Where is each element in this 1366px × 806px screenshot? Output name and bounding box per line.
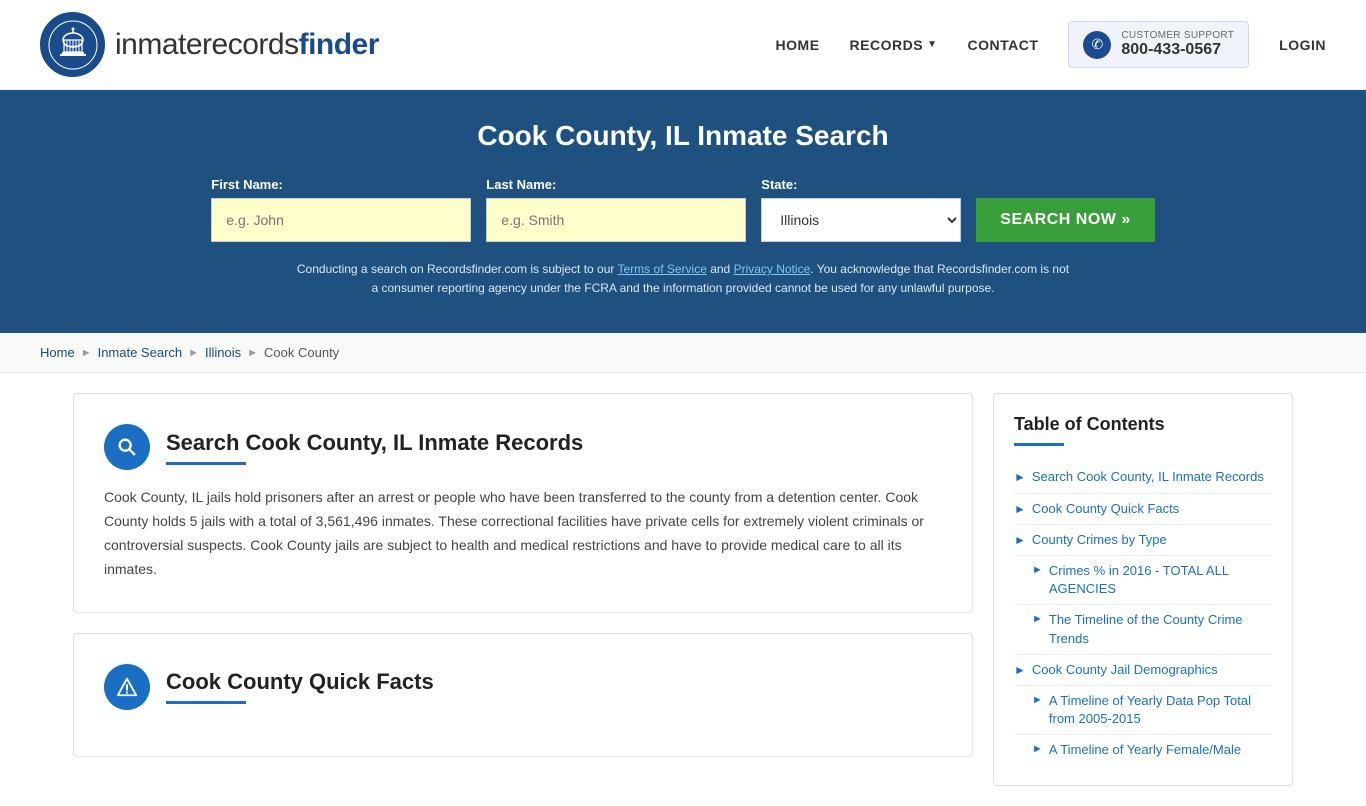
toc-link-8[interactable]: A Timeline of Yearly Female/Male: [1049, 741, 1241, 759]
left-content: Search Cook County, IL Inmate Records Co…: [73, 393, 973, 786]
privacy-link[interactable]: Privacy Notice: [734, 262, 811, 276]
logo-icon: [40, 12, 105, 77]
toc-link-6[interactable]: Cook County Jail Demographics: [1032, 661, 1218, 679]
main-nav: HOME RECORDS ▼ CONTACT ✆ CUSTOMER SUPPOR…: [776, 21, 1326, 68]
toc-chevron-4: ►: [1032, 564, 1043, 576]
section2-title-block: Cook County Quick Facts: [166, 669, 434, 704]
toc-title: Table of Contents: [1014, 414, 1272, 435]
last-name-label: Last Name:: [486, 177, 746, 192]
customer-support-box: ✆ CUSTOMER SUPPORT 800-433-0567: [1068, 21, 1249, 68]
right-sidebar: Table of Contents ► Search Cook County, …: [993, 393, 1293, 786]
site-header: inmaterecordsfinder HOME RECORDS ▼ CONTA…: [0, 0, 1366, 90]
toc-item-2: ► Cook County Quick Facts: [1014, 494, 1272, 525]
breadcrumb-inmate-search[interactable]: Inmate Search: [98, 345, 183, 360]
first-name-label: First Name:: [211, 177, 471, 192]
toc-item-1: ► Search Cook County, IL Inmate Records: [1014, 462, 1272, 493]
search-icon: [104, 424, 150, 470]
toc-item-4: ► Crimes % in 2016 - TOTAL ALL AGENCIES: [1014, 556, 1272, 605]
section1-header: Search Cook County, IL Inmate Records: [104, 424, 942, 470]
last-name-input[interactable]: [486, 198, 746, 242]
toc-chevron-3: ►: [1014, 533, 1026, 547]
toc-link-3[interactable]: County Crimes by Type: [1032, 531, 1167, 549]
toc-list: ► Search Cook County, IL Inmate Records …: [1014, 462, 1272, 765]
toc-link-7[interactable]: A Timeline of Yearly Data Pop Total from…: [1049, 692, 1272, 728]
breadcrumb-sep-3: ►: [247, 347, 258, 359]
state-group: State: Illinois Alabama Alaska Arizona C…: [761, 177, 961, 242]
logo-area: inmaterecordsfinder: [40, 12, 379, 77]
phone-icon: ✆: [1083, 31, 1111, 59]
toc-item-6: ► Cook County Jail Demographics: [1014, 655, 1272, 686]
state-label: State:: [761, 177, 961, 192]
section2-underline: [166, 701, 246, 704]
section2-header: Cook County Quick Facts: [104, 664, 942, 710]
toc-chevron-8: ►: [1032, 743, 1043, 755]
toc-chevron-6: ►: [1014, 663, 1026, 677]
breadcrumb-sep-2: ►: [188, 347, 199, 359]
toc-item-8: ► A Timeline of Yearly Female/Male: [1014, 735, 1272, 765]
toc-link-5[interactable]: The Timeline of the County Crime Trends: [1049, 611, 1272, 647]
toc-link-1[interactable]: Search Cook County, IL Inmate Records: [1032, 468, 1264, 486]
nav-home[interactable]: HOME: [776, 37, 820, 53]
toc-link-2[interactable]: Cook County Quick Facts: [1032, 500, 1179, 518]
hero-section: Cook County, IL Inmate Search First Name…: [0, 90, 1366, 333]
terms-link[interactable]: Terms of Service: [618, 262, 707, 276]
section-search-records: Search Cook County, IL Inmate Records Co…: [73, 393, 973, 612]
breadcrumb-sep-1: ►: [81, 347, 92, 359]
support-label: CUSTOMER SUPPORT: [1121, 30, 1234, 41]
toc-chevron-5: ►: [1032, 613, 1043, 625]
section2-title: Cook County Quick Facts: [166, 669, 434, 695]
toc-link-4[interactable]: Crimes % in 2016 - TOTAL ALL AGENCIES: [1049, 562, 1272, 598]
toc-divider: [1014, 443, 1064, 446]
section-quick-facts: Cook County Quick Facts: [73, 633, 973, 757]
toc-item-7: ► A Timeline of Yearly Data Pop Total fr…: [1014, 686, 1272, 735]
records-chevron-icon: ▼: [927, 39, 937, 50]
toc-chevron-2: ►: [1014, 502, 1026, 516]
info-icon: [104, 664, 150, 710]
search-now-button[interactable]: SEARCH NOW »: [976, 198, 1154, 242]
nav-contact[interactable]: CONTACT: [967, 37, 1038, 53]
support-number: 800-433-0567: [1121, 41, 1234, 59]
section1-title: Search Cook County, IL Inmate Records: [166, 430, 583, 456]
breadcrumb: Home ► Inmate Search ► Illinois ► Cook C…: [0, 333, 1366, 373]
toc-box: Table of Contents ► Search Cook County, …: [993, 393, 1293, 786]
breadcrumb-illinois[interactable]: Illinois: [205, 345, 241, 360]
toc-item-5: ► The Timeline of the County Crime Trend…: [1014, 605, 1272, 654]
first-name-input[interactable]: [211, 198, 471, 242]
breadcrumb-home[interactable]: Home: [40, 345, 75, 360]
logo-text: inmaterecordsfinder: [115, 28, 379, 62]
state-select[interactable]: Illinois Alabama Alaska Arizona Californ…: [761, 198, 961, 242]
nav-records[interactable]: RECORDS ▼: [850, 37, 938, 53]
login-button[interactable]: LOGIN: [1279, 37, 1326, 53]
first-name-group: First Name:: [211, 177, 471, 242]
support-text: CUSTOMER SUPPORT 800-433-0567: [1121, 30, 1234, 59]
hero-disclaimer: Conducting a search on Recordsfinder.com…: [293, 260, 1073, 298]
section1-body: Cook County, IL jails hold prisoners aft…: [104, 486, 942, 581]
breadcrumb-cook-county: Cook County: [264, 345, 339, 360]
search-form: First Name: Last Name: State: Illinois A…: [233, 177, 1133, 242]
section1-underline: [166, 462, 246, 465]
toc-chevron-7: ►: [1032, 694, 1043, 706]
hero-title: Cook County, IL Inmate Search: [40, 120, 1326, 152]
section1-title-block: Search Cook County, IL Inmate Records: [166, 430, 583, 465]
toc-item-3: ► County Crimes by Type: [1014, 525, 1272, 556]
main-content: Search Cook County, IL Inmate Records Co…: [43, 373, 1323, 806]
toc-chevron-1: ►: [1014, 470, 1026, 484]
last-name-group: Last Name:: [486, 177, 746, 242]
